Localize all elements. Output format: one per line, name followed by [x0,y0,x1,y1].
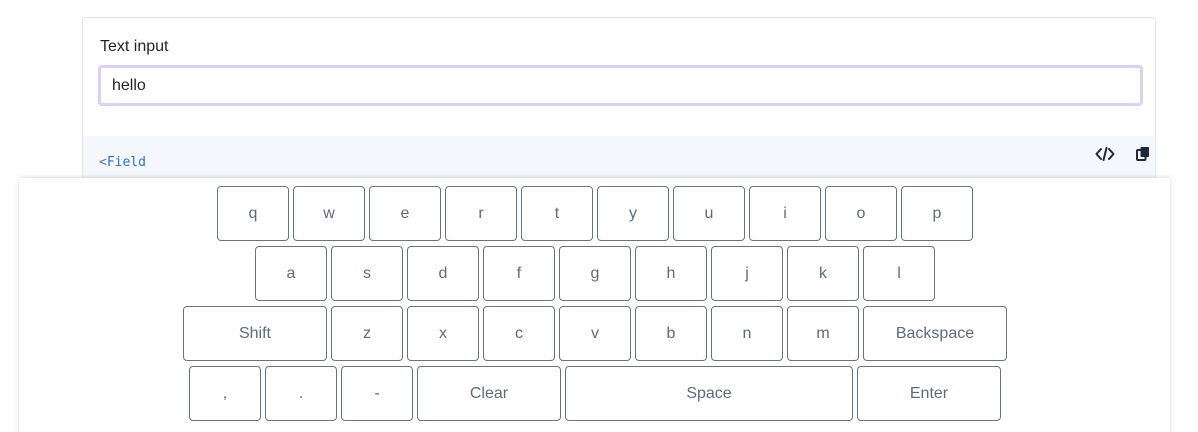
key-space[interactable]: Space [565,366,853,421]
key-l[interactable]: l [863,246,935,301]
key-n[interactable]: n [711,306,783,361]
copy-icon [1136,147,1149,161]
key-s[interactable]: s [331,246,403,301]
copy-code-button[interactable] [1132,143,1154,165]
key-hyphen[interactable]: - [341,366,413,421]
key-h[interactable]: h [635,246,707,301]
key-u[interactable]: u [673,186,745,241]
key-y[interactable]: y [597,186,669,241]
key-w[interactable]: w [293,186,365,241]
key-z[interactable]: z [331,306,403,361]
key-e[interactable]: e [369,186,441,241]
page: Text input <Field q w e r t y u i o p [0,0,1198,432]
field-label: Text input [100,38,169,55]
key-i[interactable]: i [749,186,821,241]
key-p[interactable]: p [901,186,973,241]
key-period[interactable]: . [265,366,337,421]
key-backspace[interactable]: Backspace [863,306,1007,361]
key-o[interactable]: o [825,186,897,241]
key-g[interactable]: g [559,246,631,301]
virtual-keyboard: q w e r t y u i o p a s d f g h j k l Sh… [19,178,1170,432]
key-t[interactable]: t [521,186,593,241]
key-comma[interactable]: , [189,366,261,421]
text-input[interactable] [98,65,1143,106]
key-j[interactable]: j [711,246,783,301]
code-snippet-bracket: < [99,155,107,170]
key-x[interactable]: x [407,306,479,361]
code-snippet: <Field [99,155,146,170]
key-f[interactable]: f [483,246,555,301]
key-shift[interactable]: Shift [183,306,327,361]
key-v[interactable]: v [559,306,631,361]
code-icon [1095,147,1115,161]
key-m[interactable]: m [787,306,859,361]
key-q[interactable]: q [217,186,289,241]
key-clear[interactable]: Clear [417,366,561,421]
demo-card: Text input [82,17,1156,136]
key-b[interactable]: b [635,306,707,361]
key-enter[interactable]: Enter [857,366,1001,421]
code-snippet-tag: Field [106,155,146,170]
key-c[interactable]: c [483,306,555,361]
key-a[interactable]: a [255,246,327,301]
key-k[interactable]: k [787,246,859,301]
view-code-button[interactable] [1094,143,1116,165]
key-r[interactable]: r [445,186,517,241]
key-d[interactable]: d [407,246,479,301]
